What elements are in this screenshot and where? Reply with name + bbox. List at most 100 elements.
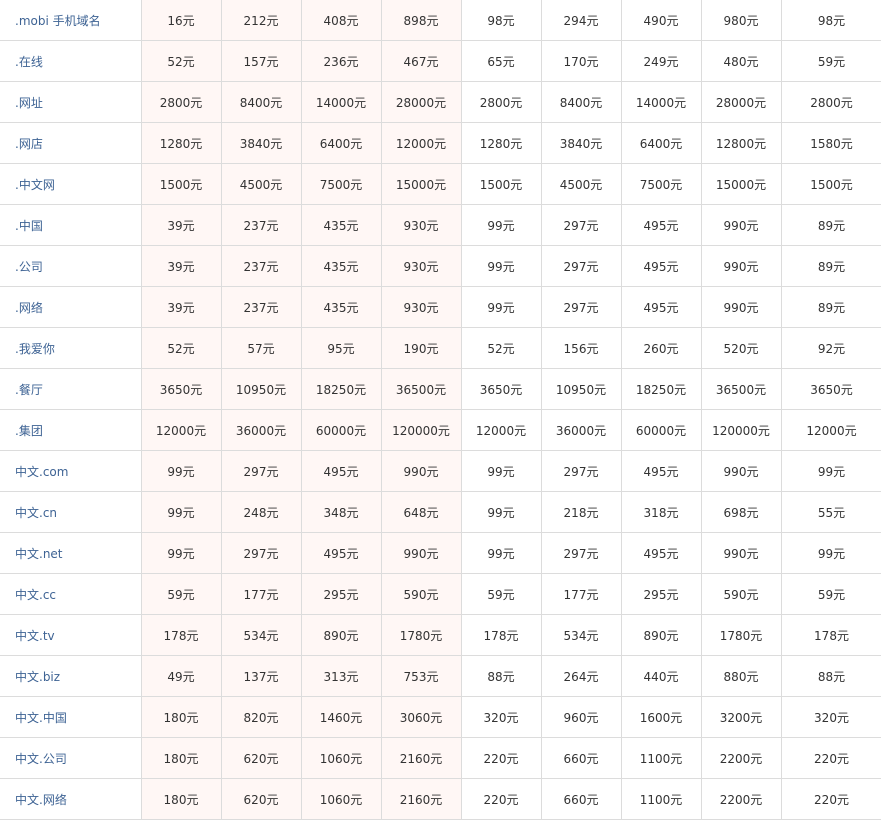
price-cell: 440元: [620, 655, 702, 697]
domain-suffix-cell: 中文.com: [0, 450, 142, 492]
price-cell: 320元: [460, 696, 542, 738]
price-cell: 3650元: [140, 368, 222, 410]
price-cell: 534元: [220, 614, 302, 656]
price-cell: 490元: [620, 0, 702, 41]
table-row: .mobi 手机域名 16元 212元 408元 898元 98元 294元 490元 980元…: [0, 0, 881, 41]
domain-suffix-cell: .公司: [0, 245, 142, 287]
price-table-body: .mobi 手机域名 16元 212元 408元 898元 98元 294元 490元 980元…: [0, 0, 881, 820]
price-cell: 295元: [620, 573, 702, 615]
price-cell: 220元: [780, 778, 881, 820]
price-cell: 1060元: [300, 737, 382, 779]
price-cell: 99元: [140, 491, 222, 533]
domain-suffix-cell: .mobi 手机域名: [0, 0, 142, 41]
price-cell: 14000元: [620, 81, 702, 123]
price-cell: 18250元: [620, 368, 702, 410]
price-cell: 57元: [220, 327, 302, 369]
price-cell: 99元: [460, 532, 542, 574]
price-cell: 99元: [140, 450, 222, 492]
price-cell: 435元: [300, 286, 382, 328]
table-row: .中文网 1500元 4500元 7500元 15000元 1500元 4500元 7500元…: [0, 163, 881, 205]
price-cell: 39元: [140, 204, 222, 246]
price-cell: 297元: [540, 245, 622, 287]
price-cell: 178元: [460, 614, 542, 656]
price-cell: 237元: [220, 286, 302, 328]
price-cell: 52元: [460, 327, 542, 369]
price-cell: 297元: [220, 450, 302, 492]
price-cell: 297元: [540, 532, 622, 574]
price-cell: 120000元: [700, 409, 782, 451]
price-cell: 3650元: [780, 368, 881, 410]
price-cell: 180元: [140, 696, 222, 738]
price-cell: 1060元: [300, 778, 382, 820]
price-cell: 55元: [780, 491, 881, 533]
price-cell: 98元: [780, 0, 881, 41]
price-cell: 236元: [300, 40, 382, 82]
price-cell: 180元: [140, 778, 222, 820]
price-cell: 99元: [460, 286, 542, 328]
price-cell: 348元: [300, 491, 382, 533]
price-cell: 8400元: [220, 81, 302, 123]
price-cell: 10950元: [540, 368, 622, 410]
price-cell: 170元: [540, 40, 622, 82]
table-row: 中文.net 99元 297元 495元 990元 99元 297元 495元 990元 99元: [0, 532, 881, 574]
price-cell: 495元: [300, 450, 382, 492]
price-cell: 6400元: [620, 122, 702, 164]
price-cell: 52元: [140, 327, 222, 369]
price-cell: 435元: [300, 204, 382, 246]
price-cell: 297元: [540, 450, 622, 492]
price-cell: 98元: [460, 0, 542, 41]
table-row: 中文.tv 178元 534元 890元 1780元 178元 534元 890元 1780元 1…: [0, 614, 881, 656]
price-cell: 99元: [460, 491, 542, 533]
table-row: 中文.公司 180元 620元 1060元 2160元 220元 660元 1100元 2200…: [0, 737, 881, 779]
price-cell: 59元: [460, 573, 542, 615]
price-cell: 990元: [700, 532, 782, 574]
table-row: .网址 2800元 8400元 14000元 28000元 2800元 8400元 14000…: [0, 81, 881, 123]
domain-suffix-cell: .我爱你: [0, 327, 142, 369]
table-row: .在线 52元 157元 236元 467元 65元 170元 249元 480元 59元: [0, 40, 881, 82]
price-cell: 89元: [780, 245, 881, 287]
price-cell: 180元: [140, 737, 222, 779]
domain-suffix-cell: 中文.公司: [0, 737, 142, 779]
domain-suffix-cell: 中文.cc: [0, 573, 142, 615]
domain-suffix-cell: .网址: [0, 81, 142, 123]
price-cell: 890元: [300, 614, 382, 656]
domain-suffix-cell: 中文.cn: [0, 491, 142, 533]
price-cell: 1100元: [620, 737, 702, 779]
price-cell: 1100元: [620, 778, 702, 820]
price-cell: 177元: [540, 573, 622, 615]
price-cell: 2200元: [700, 778, 782, 820]
price-cell: 3840元: [220, 122, 302, 164]
price-cell: 8400元: [540, 81, 622, 123]
price-cell: 320元: [780, 696, 881, 738]
price-cell: 237元: [220, 204, 302, 246]
price-cell: 660元: [540, 778, 622, 820]
price-cell: 60000元: [300, 409, 382, 451]
table-row: .网店 1280元 3840元 6400元 12000元 1280元 3840元 6400元 1…: [0, 122, 881, 164]
price-cell: 990元: [380, 450, 462, 492]
table-row: 中文.com 99元 297元 495元 990元 99元 297元 495元 990元 99元: [0, 450, 881, 492]
price-cell: 3650元: [460, 368, 542, 410]
price-cell: 534元: [540, 614, 622, 656]
price-cell: 249元: [620, 40, 702, 82]
price-cell: 297元: [540, 286, 622, 328]
price-cell: 1780元: [380, 614, 462, 656]
price-cell: 1500元: [140, 163, 222, 205]
price-cell: 6400元: [300, 122, 382, 164]
table-row: .我爱你 52元 57元 95元 190元 52元 156元 260元 520元 92元: [0, 327, 881, 369]
price-cell: 297元: [540, 204, 622, 246]
table-row: .餐厅 3650元 10950元 18250元 36500元 3650元 10950元 182…: [0, 368, 881, 410]
price-cell: 260元: [620, 327, 702, 369]
price-cell: 59元: [780, 40, 881, 82]
price-cell: 49元: [140, 655, 222, 697]
price-cell: 65元: [460, 40, 542, 82]
price-cell: 318元: [620, 491, 702, 533]
price-cell: 753元: [380, 655, 462, 697]
price-cell: 36500元: [700, 368, 782, 410]
table-row: .中国 39元 237元 435元 930元 99元 297元 495元 990元 89元: [0, 204, 881, 246]
price-cell: 3200元: [700, 696, 782, 738]
price-cell: 95元: [300, 327, 382, 369]
price-cell: 16元: [140, 0, 222, 41]
price-cell: 99元: [140, 532, 222, 574]
price-cell: 220元: [780, 737, 881, 779]
price-cell: 495元: [620, 286, 702, 328]
